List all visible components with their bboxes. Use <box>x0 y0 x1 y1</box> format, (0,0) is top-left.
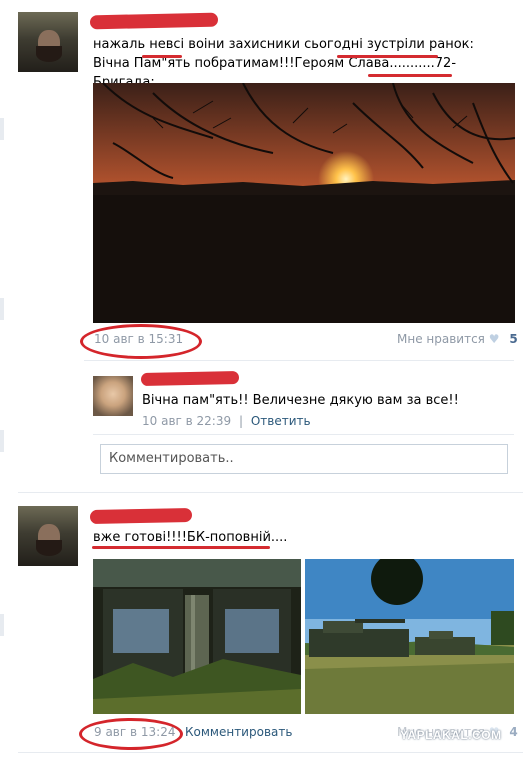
post-photo[interactable] <box>93 83 515 323</box>
like-label: Мне нравится <box>397 332 485 346</box>
divider <box>93 434 514 435</box>
post-text: вже готові!!!!БК-поповній.... <box>93 530 288 545</box>
comment-placeholder: Комментировать.. <box>109 451 234 466</box>
reply-meta: 10 авг в 22:39 | Ответить <box>142 414 311 428</box>
post-timestamp[interactable]: 9 авг в 13:24 <box>94 725 175 739</box>
reply-button[interactable]: Ответить <box>251 414 311 428</box>
watermark: YAPLAKAL.COM <box>400 728 502 742</box>
sidebar-edge-mark <box>0 118 4 140</box>
divider <box>18 752 523 753</box>
post-divider <box>18 492 523 493</box>
annotation-underline <box>142 55 182 58</box>
heart-icon: ♥ <box>488 332 500 346</box>
annotation-underline <box>337 55 438 58</box>
author-name-redacted <box>89 507 193 525</box>
annotation-underline <box>92 546 270 549</box>
author-name-redacted <box>89 12 219 30</box>
comment-button[interactable]: Комментировать <box>185 725 292 739</box>
reply-text: Вічна пам"ять!! Величезне дякую вам за в… <box>142 393 459 408</box>
like-count: 5 <box>509 332 518 346</box>
post-photo-2[interactable] <box>305 559 514 714</box>
sidebar-edge-mark <box>0 614 4 636</box>
sidebar-edge-mark <box>0 430 4 452</box>
reply-author-redacted <box>140 370 240 387</box>
reply-timestamp[interactable]: 10 авг в 22:39 <box>142 414 231 428</box>
post-photo-1[interactable] <box>93 559 301 714</box>
sidebar-edge-mark <box>0 298 4 320</box>
annotation-underline <box>368 74 452 77</box>
post-timestamp[interactable]: 10 авг в 15:31 <box>94 332 183 346</box>
author-avatar[interactable] <box>18 12 78 72</box>
reply-avatar[interactable] <box>93 376 133 416</box>
author-avatar[interactable] <box>18 506 78 566</box>
like-count: 4 <box>509 725 518 739</box>
like-button[interactable]: Мне нравится ♥ 5 <box>397 332 518 346</box>
meta-separator: | <box>238 414 243 428</box>
comment-input[interactable]: Комментировать.. <box>100 444 508 474</box>
divider <box>84 360 514 361</box>
